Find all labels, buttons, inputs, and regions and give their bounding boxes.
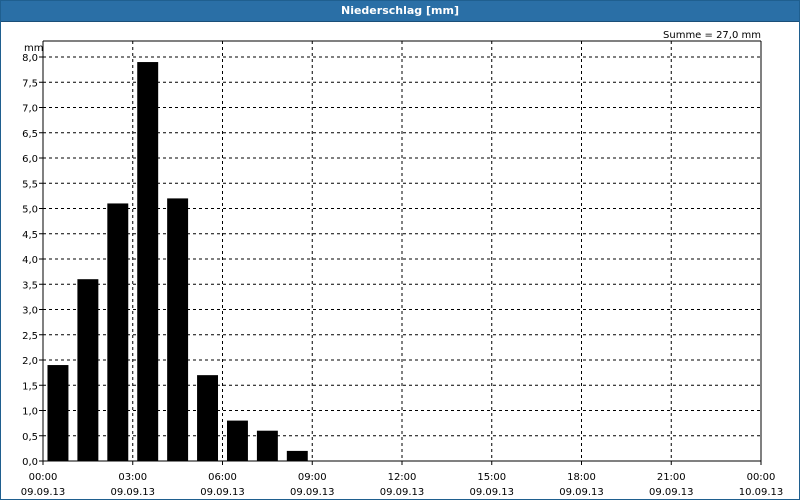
x-tick-time-label: 00:00 <box>29 472 58 483</box>
x-tick-time-label: 06:00 <box>208 472 237 483</box>
y-tick-label: 1,5 <box>22 381 38 392</box>
bar-0200 <box>107 203 129 461</box>
x-tick-time-label: 18:00 <box>567 472 596 483</box>
y-tick-label: 0,0 <box>22 457 38 468</box>
bar-0400 <box>167 198 189 461</box>
x-tick-date-label: 09.09.13 <box>649 487 694 498</box>
y-tick-label: 0,5 <box>22 432 38 443</box>
x-tick-date-label: 09.09.13 <box>559 487 604 498</box>
y-tick-label: 5,5 <box>22 179 38 190</box>
x-tick-date-label: 09.09.13 <box>469 487 514 498</box>
x-tick-date-label: 09.09.13 <box>380 487 425 498</box>
x-tick-time-label: 15:00 <box>477 472 506 483</box>
bar-0300 <box>137 62 159 462</box>
x-tick-date-label: 10.09.13 <box>739 487 784 498</box>
y-tick-label: 1,0 <box>22 407 38 418</box>
x-tick-date-label: 09.09.13 <box>21 487 66 498</box>
x-tick-date-label: 09.09.13 <box>200 487 245 498</box>
y-tick-label: 7,0 <box>22 104 38 115</box>
bar-0700 <box>256 430 278 461</box>
bar-0600 <box>226 420 248 461</box>
y-tick-label: 8,0 <box>22 53 38 64</box>
bar-0100 <box>77 279 99 461</box>
y-tick-label: 5,0 <box>22 205 38 216</box>
chart-window: Niederschlag [mm] 0,0 0,5 1,0 1,5 2,0 2,5 3,0 3… <box>0 0 800 500</box>
y-tick-label: 6,0 <box>22 154 38 165</box>
y-tick-label: 2,0 <box>22 356 38 367</box>
precipitation-chart: 0,0 0,5 1,0 1,5 2,0 2,5 3,0 3,5 4,0 4,5 5,0 5,5 6,0 6… <box>21 30 784 498</box>
y-tick-label: 3,0 <box>22 306 38 317</box>
y-tick-label: 2,5 <box>22 331 38 342</box>
y-tick-label: 6,5 <box>22 129 38 140</box>
bar-0800 <box>286 450 308 461</box>
y-tick-label: 7,5 <box>22 78 38 89</box>
x-tick-date-label: 09.09.13 <box>110 487 155 498</box>
sum-annotation: Summe = 27,0 mm <box>663 30 761 41</box>
x-tick-time-label: 03:00 <box>118 472 147 483</box>
y-tick-label: 4,0 <box>22 255 38 266</box>
bar-0500 <box>197 375 219 461</box>
x-tick-time-label: 09:00 <box>298 472 327 483</box>
y-tick-label: 3,5 <box>22 280 38 291</box>
bars <box>47 62 308 462</box>
x-tick-time-label: 21:00 <box>657 472 686 483</box>
x-tick-time-label: 12:00 <box>388 472 417 483</box>
y-axis-unit-label: mm <box>24 43 43 54</box>
x-tick-time-label: 00:00 <box>747 472 776 483</box>
bar-0000 <box>47 365 69 461</box>
x-tick-date-label: 09.09.13 <box>290 487 335 498</box>
y-tick-label: 4,5 <box>22 230 38 241</box>
